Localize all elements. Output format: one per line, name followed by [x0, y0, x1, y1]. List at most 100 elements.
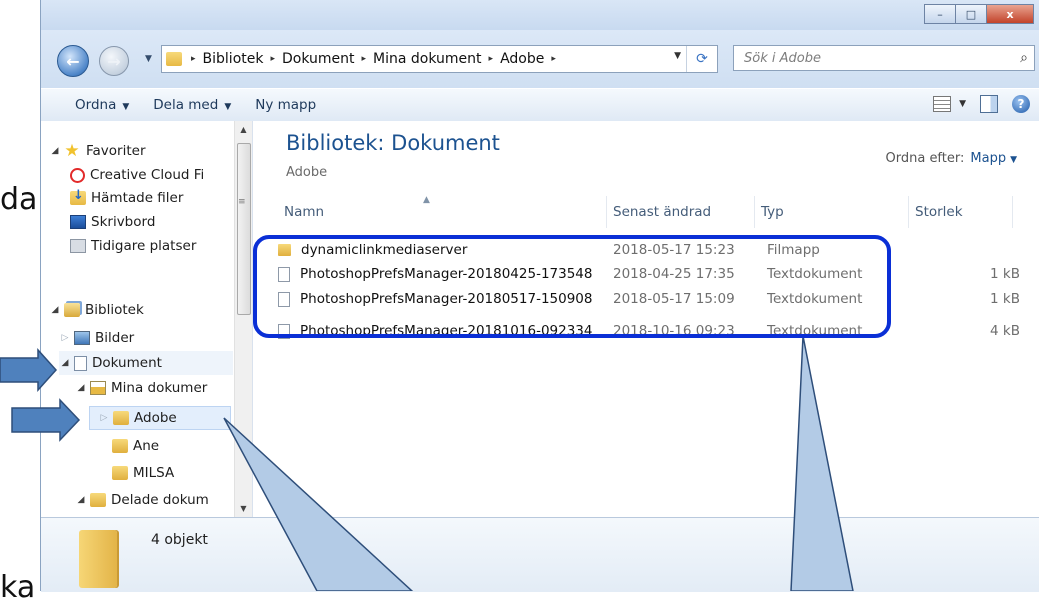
change-view-button[interactable]: ▼ [933, 96, 966, 112]
back-arrow-icon: ← [66, 51, 80, 71]
breadcrumb-item[interactable]: Mina dokument [373, 51, 482, 67]
downloads-icon [70, 188, 86, 205]
nav-item-label: Dokument [92, 355, 162, 371]
expand-icon[interactable]: ◢ [49, 146, 61, 156]
expand-icon[interactable]: ◢ [59, 358, 71, 368]
scroll-up-icon[interactable]: ▲ [235, 121, 252, 138]
side-text-top: da [0, 182, 38, 217]
folder-icon [79, 530, 117, 588]
file-row[interactable]: PhotoshopPrefsManager-20181016-092334 20… [278, 319, 1038, 343]
close-button[interactable]: x [986, 4, 1034, 24]
window-controls: – □ x [924, 4, 1034, 24]
back-button[interactable]: ← [57, 45, 89, 77]
nav-item-pictures[interactable]: ▷ Bilder [59, 326, 135, 350]
file-list-pane: Bibliotek: Dokument Adobe Ordna efter: Ma… [253, 121, 1039, 517]
organize-menu[interactable]: Ordna ▼ [63, 97, 141, 113]
libraries-icon [64, 303, 80, 317]
nav-item-favorites[interactable]: ◢ ★ Favoriter [49, 139, 146, 163]
file-name: PhotoshopPrefsManager-20180517-150908 [300, 291, 593, 307]
expand-icon[interactable]: ▷ [98, 413, 110, 423]
file-size: 1 kB [990, 291, 1020, 307]
sort-ascending-icon: ▲ [423, 195, 430, 205]
share-label: Dela med [153, 97, 219, 113]
breadcrumb-separator-icon[interactable]: ▸ [551, 54, 556, 64]
search-input[interactable] [742, 49, 986, 67]
file-row[interactable]: PhotoshopPrefsManager-20180517-150908 20… [278, 287, 1038, 311]
share-with-menu[interactable]: Dela med ▼ [141, 97, 243, 113]
file-row[interactable]: dynamiclinkmediaserver 2018-05-17 15:23 … [278, 238, 1038, 262]
column-header-name[interactable]: Namn [278, 196, 607, 228]
forward-arrow-icon: → [107, 51, 121, 71]
column-header-type[interactable]: Typ [755, 196, 909, 228]
file-name-cell: PhotoshopPrefsManager-20180425-173548 [278, 266, 592, 282]
nav-item-libraries[interactable]: ◢ Bibliotek [49, 298, 144, 322]
library-title: Bibliotek: Dokument [286, 131, 500, 155]
expand-icon[interactable]: ◢ [49, 305, 61, 315]
nav-item-label: Mina dokumer [111, 380, 208, 396]
arrange-by-dropdown[interactable]: Mapp [970, 151, 1006, 166]
search-icon[interactable]: ⌕ [1020, 50, 1028, 66]
expand-icon[interactable]: ▷ [59, 333, 71, 343]
file-row[interactable]: PhotoshopPrefsManager-20180425-173548 20… [278, 262, 1038, 286]
scroll-thumb[interactable] [237, 143, 251, 315]
file-modified: 2018-05-17 15:09 [613, 291, 735, 307]
minimize-button[interactable]: – [924, 4, 955, 24]
folder-icon [278, 244, 291, 256]
new-folder-button[interactable]: Ny mapp [243, 97, 328, 113]
file-size: 4 kB [990, 323, 1020, 339]
nav-scrollbar[interactable]: ▲ ≡ ▼ [234, 121, 252, 517]
column-header-modified[interactable]: Senast ändrad [607, 196, 755, 228]
file-name: dynamiclinkmediaserver [301, 242, 468, 258]
library-subtitle: Adobe [286, 165, 328, 180]
title-bar: – □ x [41, 0, 1039, 30]
nav-item-documents[interactable]: ◢ Dokument [59, 351, 233, 375]
file-type: Textdokument [767, 291, 863, 307]
breadcrumb-item[interactable]: Bibliotek [203, 51, 264, 67]
preview-pane-icon[interactable] [980, 95, 998, 113]
file-type: Textdokument [767, 323, 863, 339]
nav-item-milsa[interactable]: MILSA [109, 461, 174, 485]
recent-places-icon [70, 239, 86, 253]
nav-item-label: Adobe [134, 410, 177, 426]
address-bar[interactable]: ▸ Bibliotek ▸ Dokument ▸ Mina dokument ▸… [161, 45, 718, 73]
nav-item-shared-documents[interactable]: ◢ Delade dokum [75, 488, 209, 512]
expand-icon[interactable]: ◢ [75, 495, 87, 505]
breadcrumb-item[interactable]: Adobe [500, 51, 544, 67]
nav-item-creative-cloud[interactable]: Creative Cloud Fi [67, 163, 204, 187]
forward-button[interactable]: → [99, 46, 129, 76]
help-icon[interactable]: ? [1012, 95, 1030, 113]
address-history-dropdown-icon[interactable]: ▼ [674, 51, 681, 61]
folder-icon [90, 493, 106, 507]
refresh-icon[interactable]: ⟳ [686, 46, 717, 72]
file-modified: 2018-04-25 17:35 [613, 266, 735, 282]
object-count: 4 objekt [151, 532, 208, 548]
chevron-down-icon[interactable]: ▼ [1010, 155, 1017, 165]
nav-item-label: Favoriter [86, 143, 146, 159]
column-header-size[interactable]: Storlek [909, 196, 1013, 228]
folder-icon [112, 439, 128, 453]
scroll-down-icon[interactable]: ▼ [235, 500, 252, 517]
breadcrumb-separator-icon[interactable]: ▸ [489, 54, 494, 64]
nav-item-downloads[interactable]: Hämtade filer [67, 186, 183, 210]
breadcrumb-item[interactable]: Dokument [282, 51, 355, 67]
nav-item-my-documents[interactable]: ◢ Mina dokumer [75, 376, 208, 400]
expand-icon[interactable]: ◢ [75, 383, 87, 393]
maximize-button[interactable]: □ [955, 4, 986, 24]
navigation-pane: ◢★Favoriter Creative Cloud Fi Hämtade fi… [41, 121, 253, 517]
side-text-bottom: ka [0, 570, 36, 605]
organize-label: Ordna [75, 97, 117, 113]
file-modified: 2018-05-17 15:23 [613, 242, 735, 258]
recent-pages-dropdown[interactable]: ▼ [145, 54, 152, 64]
nav-item-recent-places[interactable]: Tidigare platser [67, 234, 196, 258]
folder-icon [113, 411, 129, 425]
nav-item-adobe[interactable]: ▷ Adobe [89, 406, 231, 430]
breadcrumb-separator-icon[interactable]: ▸ [270, 54, 275, 64]
nav-item-label: Bibliotek [85, 302, 144, 318]
folder-icon [112, 466, 128, 480]
file-type: Textdokument [767, 266, 863, 282]
nav-item-ane[interactable]: Ane [109, 434, 159, 458]
breadcrumb-separator-icon[interactable]: ▸ [362, 54, 367, 64]
star-icon: ★ [64, 141, 80, 161]
folder-icon [166, 52, 182, 66]
nav-item-desktop[interactable]: Skrivbord [67, 210, 155, 234]
